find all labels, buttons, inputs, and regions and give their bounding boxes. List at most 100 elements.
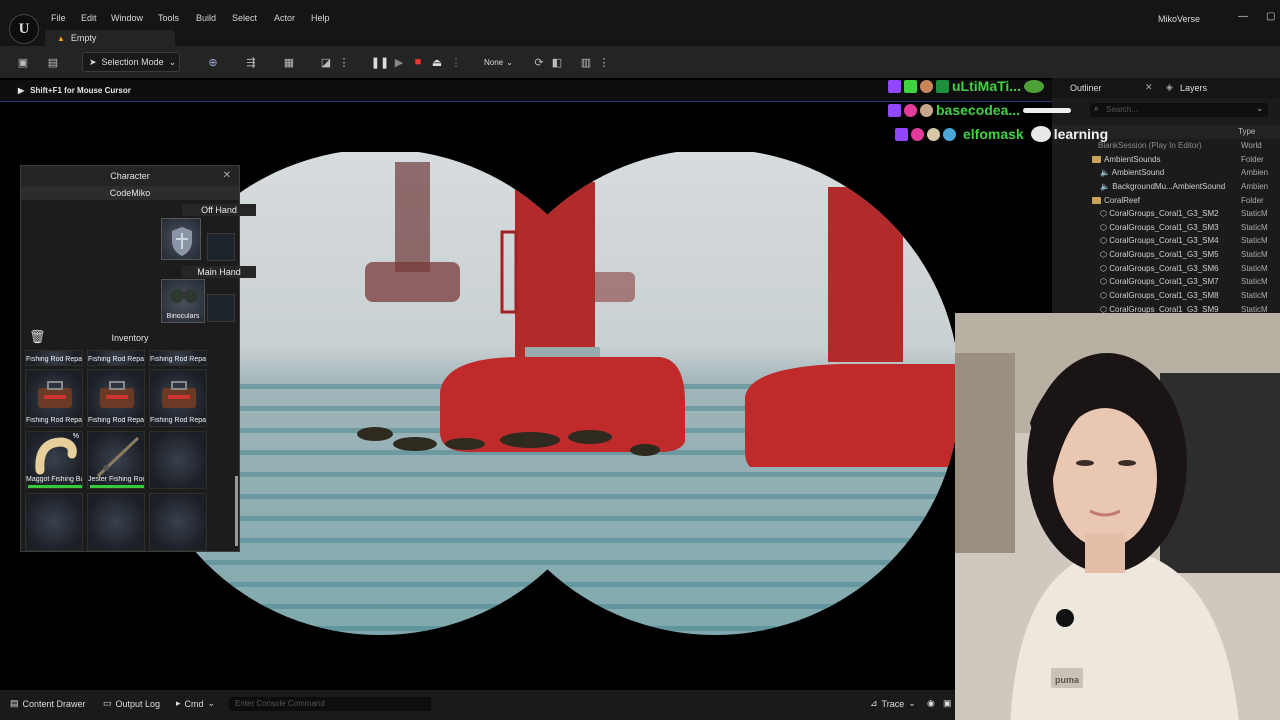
play-options-icon[interactable]: ⋮ [448, 54, 464, 70]
trace-label: Trace [881, 698, 905, 709]
menu-actor[interactable]: Actor [274, 13, 295, 23]
static-mesh-icon: ⬡ [1100, 236, 1107, 245]
build-icon[interactable]: ◪ [318, 54, 334, 70]
outliner-row[interactable]: ⬡ CoralGroups_Coral1_G3_SM9 StaticM [1052, 305, 1280, 313]
inventory-slot[interactable] [149, 431, 207, 489]
maximize-icon[interactable]: ▢ [1266, 11, 1275, 22]
menu-select[interactable]: Select [232, 13, 257, 23]
source-control-icon[interactable]: ▣ [943, 698, 952, 709]
menu-tools[interactable]: Tools [158, 13, 179, 23]
more-options-icon[interactable]: ⋮ [336, 54, 352, 70]
outliner-row[interactable]: ⬡ CoralGroups_Coral1_G3_SM5 StaticM [1052, 250, 1280, 264]
static-mesh-icon: ⬡ [1100, 264, 1107, 273]
outliner-row[interactable]: AmbientSounds Folder [1052, 155, 1280, 169]
outliner-row-type: StaticM [1241, 264, 1268, 273]
menu-build[interactable]: Build [196, 13, 216, 23]
derived-data-icon[interactable]: ◉ [927, 698, 935, 709]
emote-badge-icon [920, 103, 933, 117]
outliner-row[interactable]: ⬡ CoralGroups_Coral1_G3_SM8 StaticM [1052, 291, 1280, 305]
type-column-header[interactable]: Type [1238, 127, 1255, 136]
main-hand-mini-slot[interactable] [207, 294, 235, 322]
character-panel: Character ✕ CodeMiko Off Hand Main Hand … [20, 165, 256, 552]
binocular-view [140, 152, 955, 635]
selection-mode-dropdown[interactable]: ➤ Selection Mode ⌄ [82, 52, 180, 72]
tab-layers[interactable]: Layers [1180, 83, 1207, 93]
menu-help[interactable]: Help [311, 13, 330, 23]
level-icon: ▲ [57, 33, 65, 43]
add-actor-icon[interactable]: ⊕ [205, 54, 221, 70]
cinematics-icon[interactable]: ▦ [281, 54, 297, 70]
outliner-row[interactable]: ⬡ CoralGroups_Coral1_G3_SM2 StaticM [1052, 209, 1280, 223]
off-hand-mini-slot[interactable] [207, 233, 235, 261]
menu-edit[interactable]: Edit [81, 13, 97, 23]
outliner-row[interactable]: ⬡ CoralGroups_Coral1_G3_SM6 StaticM [1052, 264, 1280, 278]
close-icon[interactable]: ✕ [223, 170, 231, 181]
outliner-row-type: World [1241, 141, 1262, 150]
settings-more-icon[interactable]: ⋮ [596, 54, 612, 70]
chevron-down-icon[interactable]: ⌄ [1256, 103, 1264, 114]
chevron-down-icon: ⌄ [506, 57, 513, 67]
inventory-item-label: Fishing Rod Repair [150, 356, 206, 363]
chevron-down-icon: ⌄ [908, 698, 916, 708]
inventory-item-label: Fishing Rod Repair [26, 356, 82, 363]
outliner-search-input[interactable]: Search... [1090, 103, 1268, 117]
inventory-slot[interactable]: Fishing Rod Repair [149, 369, 207, 427]
unreal-logo-icon[interactable]: U [9, 14, 39, 44]
output-log-button[interactable]: ▭ Output Log [103, 698, 160, 709]
outliner-row-type: Ambien [1241, 168, 1269, 177]
content-browser-icon[interactable]: ▤ [45, 54, 61, 70]
shirt-logo: puma [1055, 675, 1080, 685]
outliner-row[interactable]: ⬡ CoralGroups_Coral1_G3_SM4 StaticM [1052, 236, 1280, 250]
blueprint-icon[interactable]: ⇶ [243, 54, 259, 70]
inventory-slot[interactable] [149, 493, 207, 551]
inventory-slot[interactable]: % Maggot Fishing Bait [25, 431, 83, 489]
outliner-row[interactable]: CoralReef Folder [1052, 196, 1280, 210]
inventory-title: Inventory [111, 333, 149, 343]
step-icon[interactable]: ▶ [391, 54, 407, 70]
inventory-slot[interactable] [87, 493, 145, 551]
cursor-icon: ➤ [89, 56, 97, 67]
outliner-row[interactable]: 🔈 BackgroundMu...AmbientSound Ambien [1052, 182, 1280, 196]
character-panel-title: Character [110, 171, 150, 181]
outliner-row-type: Folder [1241, 196, 1264, 205]
play-target-dropdown[interactable]: None ⌄ [484, 54, 524, 70]
main-hand-slot[interactable]: Binoculars [161, 279, 205, 323]
inventory-slot[interactable]: Fishing Rod Repair [25, 369, 83, 427]
inventory-scrollbar[interactable] [235, 476, 238, 546]
tab-outliner[interactable]: Outliner [1070, 83, 1102, 93]
save-icon[interactable]: ▣ [15, 54, 31, 70]
inventory-item-label: Fishing Rod Repair [150, 417, 206, 424]
twitch-badge-icon [895, 127, 908, 141]
menu-window[interactable]: Window [111, 13, 143, 23]
minimize-icon[interactable]: — [1238, 11, 1248, 22]
inventory-slot[interactable]: Fishing Rod Repair [149, 350, 207, 366]
inventory-slot[interactable]: Fishing Rod Repair [87, 350, 145, 366]
menu-file[interactable]: File [51, 13, 66, 23]
cmd-dropdown[interactable]: ▸ Cmd ⌄ [176, 698, 215, 709]
project-tab[interactable]: ▲ Empty [45, 30, 175, 46]
outliner-row-name: BlankSession (Play In Editor) [1098, 141, 1202, 150]
inventory-slot[interactable]: Fishing Rod Repair [25, 350, 83, 366]
twitch-badge-icon [888, 103, 901, 117]
platforms-icon[interactable]: ▥ [578, 54, 594, 70]
webcam-feed: puma [955, 313, 1280, 720]
off-hand-label: Off Hand [182, 204, 256, 216]
outliner-row[interactable]: 🔈 AmbientSound Ambien [1052, 168, 1280, 182]
cmd-label: Cmd [184, 698, 204, 709]
eject-icon[interactable]: ⏏ [429, 54, 445, 70]
console-command-input[interactable]: Enter Console Command [229, 697, 431, 711]
inventory-slot[interactable]: Fishing Rod Repair [87, 369, 145, 427]
trace-dropdown[interactable]: ⊿ Trace ⌄ [870, 698, 916, 709]
content-drawer-button[interactable]: ▤ Content Drawer [10, 698, 86, 709]
layout-icon[interactable]: ◧ [549, 54, 565, 70]
outliner-row[interactable]: ⬡ CoralGroups_Coral1_G3_SM7 StaticM [1052, 277, 1280, 291]
inventory-slot[interactable] [25, 493, 83, 551]
recompile-icon[interactable]: ⟳ [531, 54, 547, 70]
pause-icon[interactable]: ❚❚ [371, 54, 389, 70]
off-hand-slot[interactable] [161, 218, 201, 260]
inventory-slot[interactable]: Jester Fishing Rod [87, 431, 145, 489]
stop-icon[interactable]: ■ [410, 54, 426, 70]
close-icon[interactable]: ✕ [1145, 82, 1153, 93]
outliner-row-type: StaticM [1241, 250, 1268, 259]
outliner-row[interactable]: ⬡ CoralGroups_Coral1_G3_SM3 StaticM [1052, 223, 1280, 237]
